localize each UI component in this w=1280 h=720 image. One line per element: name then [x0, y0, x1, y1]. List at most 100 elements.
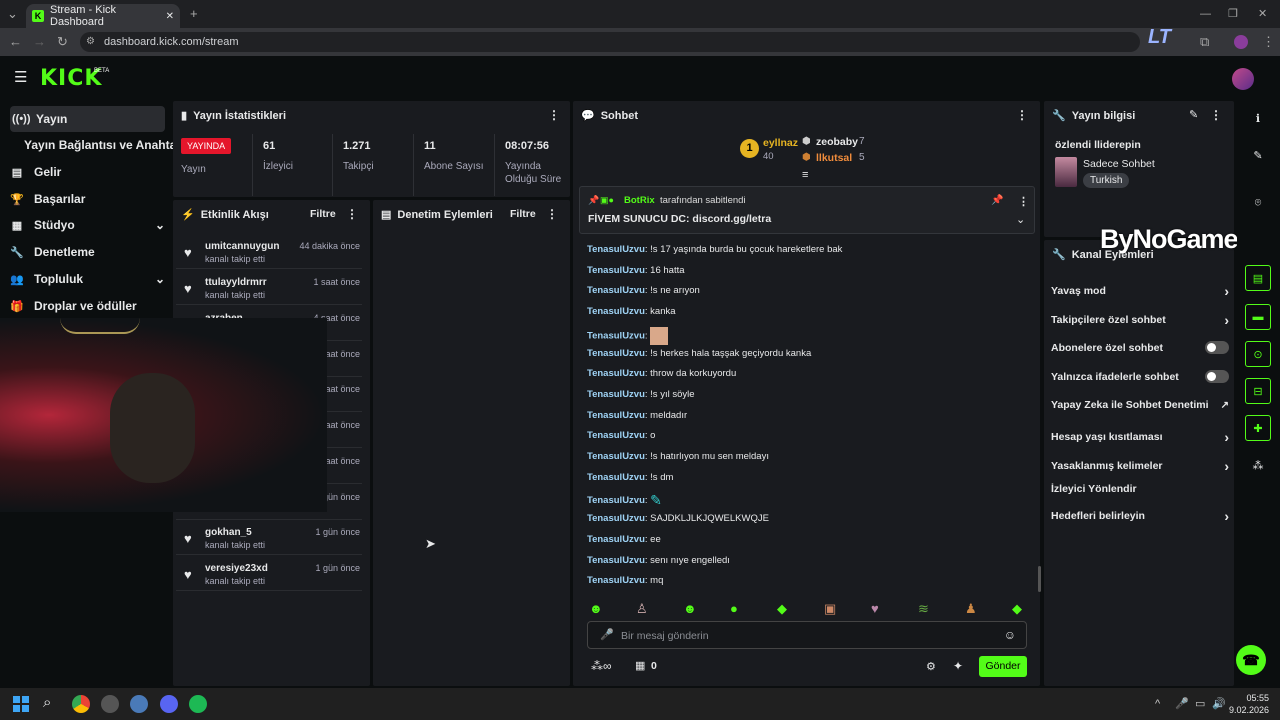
help-headset-icon[interactable]: ☎ [1236, 645, 1266, 675]
sidebar-item-stream[interactable]: ((•)) Yayın [10, 106, 165, 132]
chrome-icon[interactable] [72, 695, 90, 713]
channel-option[interactable]: Takipçilere özel sohbet › [1051, 312, 1229, 328]
chat-username[interactable]: TenasulUzvu [587, 513, 645, 524]
channel-option[interactable]: Hedefleri belirleyin › [1051, 508, 1229, 524]
clock-date[interactable]: 9.02.2026 [1223, 705, 1269, 715]
chat-input-box[interactable]: 🎤 Bir mesaj gönderin ☺ [587, 621, 1027, 649]
chat-scrollbar[interactable] [1038, 566, 1041, 592]
emote-icon[interactable]: ◆ [777, 601, 787, 617]
channel-option[interactable]: Yapay Zeka ile Sohbet Denetimi ↗ [1051, 399, 1229, 411]
info-icon[interactable]: ℹ [1245, 105, 1271, 131]
network-icon[interactable]: ▭ [1195, 697, 1205, 710]
leader-name[interactable]: zeobaby [816, 136, 858, 148]
activity-item[interactable]: ♥ umitcannuygun kanalı takip etti 44 dakika… [176, 235, 362, 269]
close-window-icon[interactable]: ✕ [1258, 6, 1267, 22]
sidebar-item-studio[interactable]: ▦ Stüdyo ⌄ [10, 212, 165, 238]
tray-chevron-icon[interactable]: ^ [1155, 698, 1160, 710]
chat-username[interactable]: TenasulUzvu [587, 472, 645, 483]
emote-icon[interactable]: ♟ [965, 601, 977, 617]
obs-icon[interactable] [101, 695, 119, 713]
emote-icon[interactable]: ● [730, 601, 738, 616]
discord-icon[interactable] [160, 695, 178, 713]
new-tab-icon[interactable]: + [190, 6, 198, 22]
search-icon[interactable]: ⌕ [43, 694, 51, 711]
moderation-filter-button[interactable]: Filtre [510, 208, 536, 220]
more-options-icon[interactable]: ⋮ [1210, 108, 1222, 122]
sidebar-item-achievements[interactable]: 🏆 Başarılar [10, 186, 165, 212]
toggle-switch[interactable] [1205, 341, 1229, 354]
settings-gear-icon[interactable]: ⚙ [926, 660, 936, 673]
emote-icon[interactable]: ◆ [1012, 601, 1022, 617]
maximize-icon[interactable]: ❐ [1228, 6, 1238, 22]
emote-icon[interactable]: ♥ [871, 601, 879, 616]
spotify-icon[interactable] [189, 695, 207, 713]
chat-username[interactable]: TenasulUzvu [587, 368, 645, 379]
channel-option[interactable]: Hesap yaşı kısıtlaması › [1051, 429, 1229, 445]
activity-item[interactable]: ♥ veresiye23xd kanalı takip etti 1 gün önce [176, 557, 362, 591]
tab-list-icon[interactable]: ⌄ [7, 6, 18, 22]
activity-user[interactable]: veresiye23xd [205, 563, 268, 574]
activity-user[interactable]: gokhan_5 [205, 527, 252, 538]
send-button[interactable]: Gönder [979, 656, 1027, 677]
more-options-icon[interactable]: ⋮ [546, 207, 558, 221]
layout-icon[interactable]: ⊟ [1245, 378, 1271, 404]
chat-username[interactable]: TenasulUzvu [587, 575, 645, 586]
emote-icon[interactable]: ▣ [824, 601, 836, 617]
activity-user[interactable]: umitcannuygun [205, 241, 279, 252]
sidebar-item-revenue[interactable]: ▤ Gelir [10, 159, 165, 185]
microphone-tray-icon[interactable]: 🎤 [1175, 697, 1189, 710]
channel-option[interactable]: İzleyici Yönlendir [1051, 483, 1229, 495]
channel-option[interactable]: Yasaklanmış kelimeler › [1051, 458, 1229, 474]
microphone-icon[interactable]: 🎤 [600, 628, 614, 641]
chat-username[interactable]: TenasulUzvu [587, 534, 645, 545]
pinned-by-user[interactable]: BotRix [624, 195, 655, 206]
camera-icon[interactable]: ⌾ [1245, 190, 1271, 216]
chat-username[interactable]: TenasulUzvu [587, 451, 645, 462]
more-options-icon[interactable]: ⋮ [346, 207, 358, 221]
chat-username[interactable]: TenasulUzvu [587, 410, 645, 421]
chat-username[interactable]: TenasulUzvu [587, 495, 645, 506]
site-info-icon[interactable]: ⚙ [86, 34, 95, 50]
channel-option[interactable]: Yavaş mod › [1051, 283, 1229, 299]
broadcast-icon[interactable]: ⊙ [1245, 341, 1271, 367]
channel-option[interactable]: Abonelere özel sohbet [1051, 341, 1229, 354]
chat-username[interactable]: TenasulUzvu [587, 285, 645, 296]
emote-icon[interactable]: ♙ [636, 601, 648, 617]
windows-start-icon[interactable] [13, 696, 29, 712]
forward-icon[interactable]: → [33, 34, 46, 50]
browser-profile-avatar[interactable] [1234, 35, 1248, 49]
chat-username[interactable]: TenasulUzvu [587, 555, 645, 566]
more-options-icon[interactable]: ⋮ [1016, 108, 1028, 122]
url-input[interactable]: dashboard.kick.com/stream [80, 32, 1140, 52]
activity-user[interactable]: ttulayyldrmrr [205, 277, 267, 288]
more-options-icon[interactable]: ⋮ [548, 108, 560, 122]
sidebar-item-drops[interactable]: 🎁 Droplar ve ödüller [10, 293, 165, 319]
more-options-icon[interactable]: ⋮ [1018, 195, 1029, 208]
store-icon[interactable]: ▦ [635, 659, 645, 672]
tag-badge[interactable]: Turkish [1083, 173, 1130, 188]
emote-icon[interactable]: ☻ [589, 601, 603, 616]
hamburger-menu-icon[interactable]: ☰ [14, 68, 27, 86]
channel-option[interactable]: Yalnızca ifadelerle sohbet [1051, 370, 1229, 383]
unpin-icon[interactable]: 📌 [991, 195, 1003, 206]
category-name[interactable]: Sadece Sohbet [1083, 158, 1155, 170]
reload-icon[interactable]: ↻ [57, 34, 68, 50]
activity-filter-button[interactable]: Filtre [310, 208, 336, 220]
back-icon[interactable]: ← [9, 34, 22, 50]
chat-username[interactable]: TenasulUzvu [587, 244, 645, 255]
document-icon[interactable]: ▤ [1245, 265, 1271, 291]
activity-item[interactable]: ♥ gokhan_5 kanalı takip etti 1 gün önce [176, 521, 362, 555]
chevron-down-icon[interactable]: ⌄ [1016, 213, 1025, 226]
close-tab-icon[interactable]: ✕ [166, 11, 174, 22]
leader-name[interactable]: llkutsal [816, 152, 852, 164]
edit-pencil-icon[interactable]: ✎ [1245, 142, 1271, 168]
browser-tab[interactable]: K Stream - Kick Dashboard ✕ [26, 4, 180, 28]
expand-leaderboard-icon[interactable]: ≡ [802, 169, 808, 181]
puzzle-icon[interactable]: ✦ [953, 659, 963, 673]
wrench-icon[interactable]: ✚ [1245, 415, 1271, 441]
activity-item[interactable]: ♥ ttulayyldrmrr kanalı takip etti 1 saat ön… [176, 271, 362, 305]
sidebar-item-community[interactable]: 👥 Topluluk ⌄ [10, 266, 165, 292]
minimize-icon[interactable]: — [1200, 6, 1211, 22]
chat-username[interactable]: TenasulUzvu [587, 348, 645, 359]
sidebar-item-stream-key[interactable]: Yayın Bağlantısı ve Anahtarı [24, 132, 184, 158]
